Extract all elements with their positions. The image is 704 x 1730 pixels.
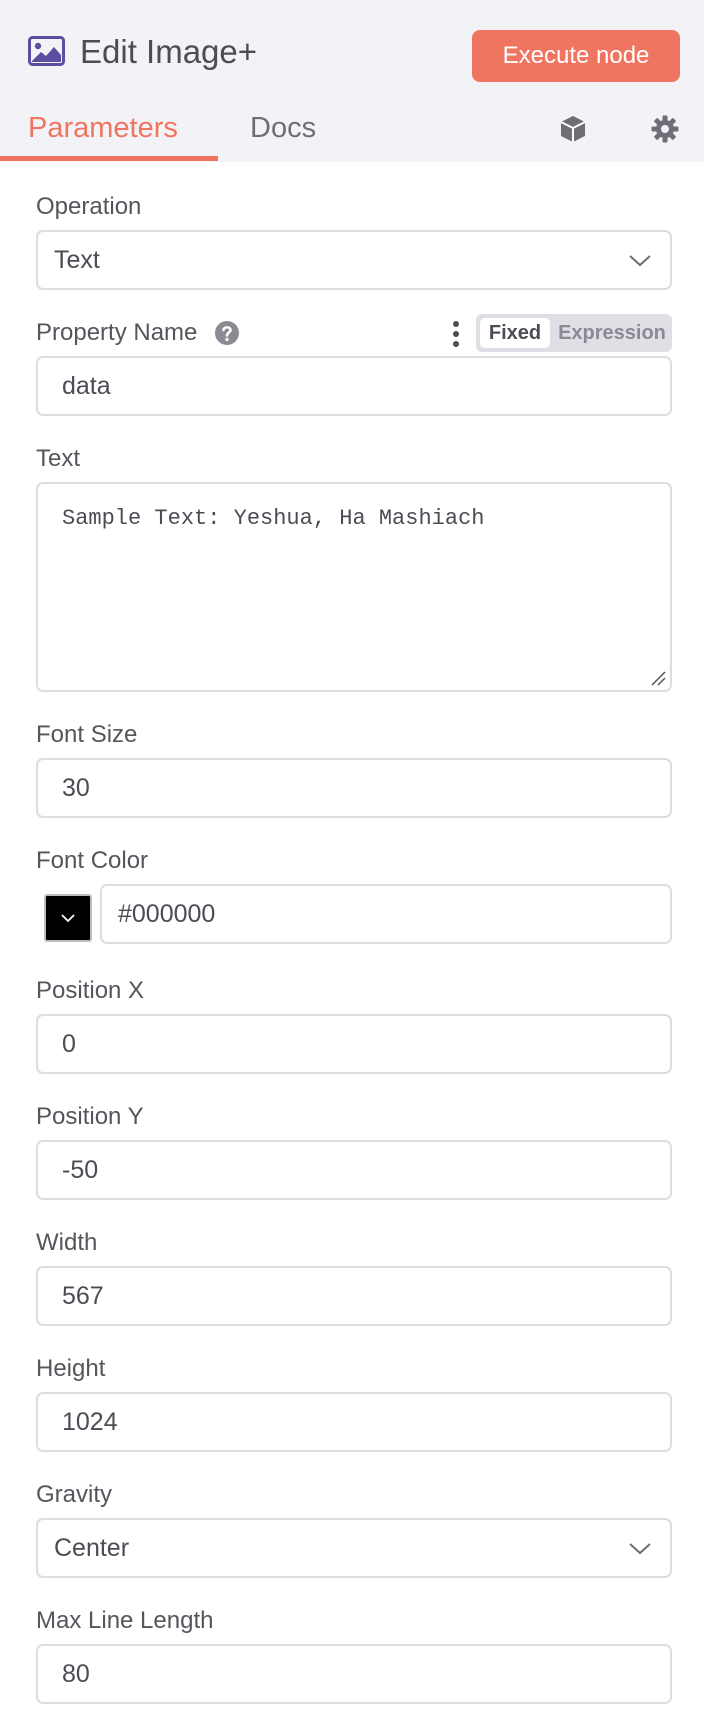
width-label: Width bbox=[36, 1229, 98, 1256]
fixed-expression-toggle: Fixed Expression bbox=[476, 314, 672, 352]
height-label: Height bbox=[36, 1355, 106, 1382]
text-label: Text bbox=[36, 445, 81, 472]
property-name-label: Property Name bbox=[36, 319, 198, 346]
font-color-label: Font Color bbox=[36, 847, 149, 874]
tab-parameters[interactable]: Parameters bbox=[28, 110, 178, 146]
gear-icon[interactable] bbox=[650, 114, 680, 144]
gravity-value: Center bbox=[54, 1533, 130, 1562]
tab-docs[interactable]: Docs bbox=[250, 110, 316, 146]
operation-label: Operation bbox=[36, 193, 142, 220]
height-input[interactable]: 1024 bbox=[36, 1392, 672, 1452]
active-tab-indicator bbox=[0, 156, 218, 161]
property-name-input[interactable]: data bbox=[36, 356, 672, 416]
chevron-down-icon bbox=[629, 1543, 651, 1555]
image-icon bbox=[28, 36, 65, 66]
node-title[interactable]: Edit Image+ bbox=[80, 32, 257, 72]
gravity-label: Gravity bbox=[36, 1481, 113, 1508]
operation-select[interactable]: Text bbox=[36, 230, 672, 290]
execute-node-button[interactable]: Execute node bbox=[472, 30, 680, 82]
panel-header: Edit Image+ Execute node Parameters Docs bbox=[0, 0, 704, 162]
text-textarea[interactable]: Sample Text: Yeshua, Ha Mashiach bbox=[36, 482, 672, 692]
resize-handle-icon[interactable] bbox=[650, 670, 666, 686]
position-x-input[interactable]: 0 bbox=[36, 1014, 672, 1074]
operation-value: Text bbox=[54, 245, 100, 274]
fixed-mode-button[interactable]: Fixed bbox=[480, 318, 550, 348]
chevron-down-icon bbox=[61, 914, 75, 923]
color-swatch-button[interactable] bbox=[44, 894, 92, 942]
font-size-input[interactable]: 30 bbox=[36, 758, 672, 818]
position-x-label: Position X bbox=[36, 977, 145, 1004]
more-vertical-icon[interactable] bbox=[449, 320, 463, 348]
max-line-length-label: Max Line Length bbox=[36, 1607, 214, 1634]
node-settings-panel: Edit Image+ Execute node Parameters Docs bbox=[0, 0, 704, 1730]
position-y-input[interactable]: -50 bbox=[36, 1140, 672, 1200]
gravity-select[interactable]: Center bbox=[36, 1518, 672, 1578]
font-size-label: Font Size bbox=[36, 721, 138, 748]
cube-icon[interactable] bbox=[558, 114, 588, 144]
help-icon[interactable] bbox=[214, 320, 240, 346]
width-input[interactable]: 567 bbox=[36, 1266, 672, 1326]
font-color-input[interactable]: #000000 bbox=[100, 884, 672, 944]
expression-mode-button[interactable]: Expression bbox=[556, 318, 668, 348]
max-line-length-input[interactable]: 80 bbox=[36, 1644, 672, 1704]
position-y-label: Position Y bbox=[36, 1103, 144, 1130]
chevron-down-icon bbox=[629, 255, 651, 267]
text-value: Sample Text: Yeshua, Ha Mashiach bbox=[62, 506, 485, 531]
